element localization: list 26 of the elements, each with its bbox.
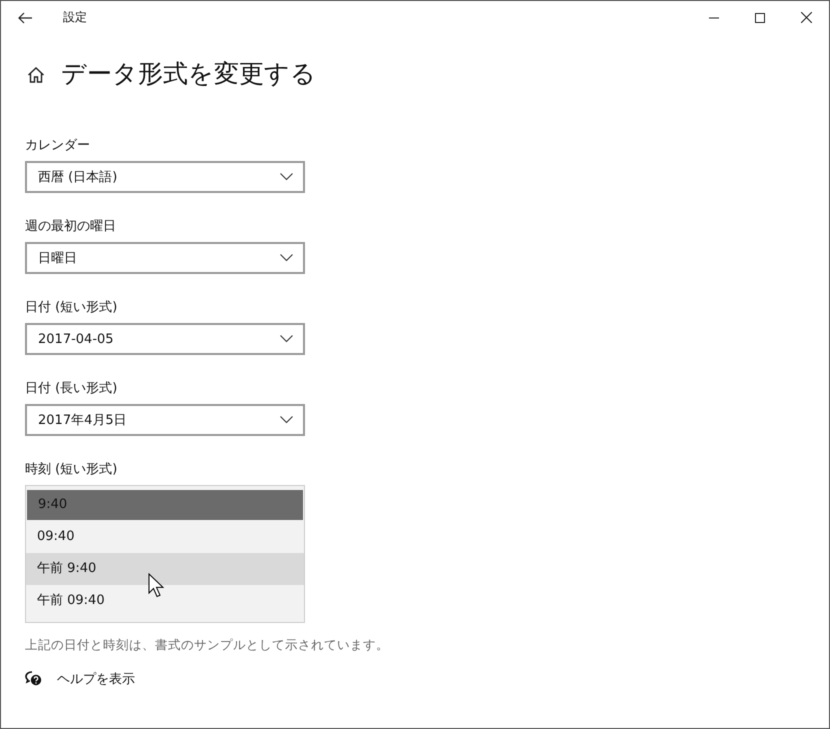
note-text: 上記の日付と時刻は、書式のサンプルとして示されています。 <box>25 637 390 654</box>
dropdown[interactable]: 西暦 (日本語) <box>25 161 305 193</box>
chevron-down-icon <box>280 254 293 262</box>
field-label: 時刻 (短い形式) <box>25 461 118 479</box>
maximize-icon <box>755 12 765 22</box>
field-label: 日付 (長い形式) <box>25 380 118 398</box>
window-title: 設定 <box>63 9 87 26</box>
page-title: データ形式を変更する <box>61 58 316 90</box>
close-icon <box>800 12 812 23</box>
mouse-pointer-icon <box>148 573 166 599</box>
home-icon[interactable] <box>27 66 45 84</box>
field-label: 週の最初の曜日 <box>25 218 117 236</box>
chevron-down-icon <box>280 173 293 181</box>
dropdown[interactable]: 2017-04-05 <box>25 323 305 355</box>
help-chat-icon <box>25 671 43 687</box>
help-link[interactable]: ヘルプを表示 <box>25 670 135 688</box>
field-label: 日付 (短い形式) <box>25 299 118 317</box>
chevron-down-icon <box>280 335 293 343</box>
back-arrow-icon <box>18 12 32 24</box>
dropdown[interactable]: 日曜日 <box>25 242 305 274</box>
field-label: カレンダー <box>25 137 91 155</box>
dropdown[interactable]: 2017年4月5日 <box>25 404 305 436</box>
list-option[interactable]: 9:40 <box>27 490 303 520</box>
list-option[interactable]: 09:40 <box>26 521 304 553</box>
list-option[interactable]: 午前 09:40 <box>26 585 304 617</box>
chevron-down-icon <box>280 416 293 424</box>
